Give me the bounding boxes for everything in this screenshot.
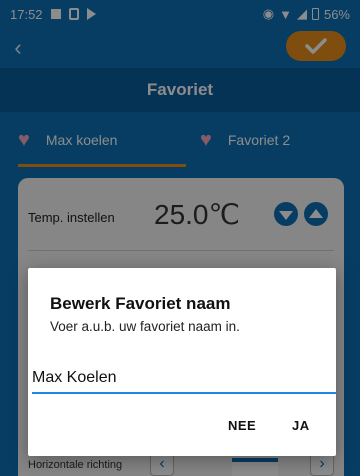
input-underline: [32, 392, 336, 394]
ok-button[interactable]: JA: [292, 418, 310, 433]
favorite-name-input[interactable]: [32, 364, 338, 392]
dialog-title: Bewerk Favoriet naam: [50, 294, 231, 313]
dialog-message: Voer a.u.b. uw favoriet naam in.: [50, 319, 240, 334]
favorite-name-field-wrapper: [32, 364, 338, 394]
cancel-button[interactable]: NEE: [228, 418, 256, 433]
edit-favorite-dialog: Bewerk Favoriet naam Voer a.u.b. uw favo…: [28, 268, 338, 456]
